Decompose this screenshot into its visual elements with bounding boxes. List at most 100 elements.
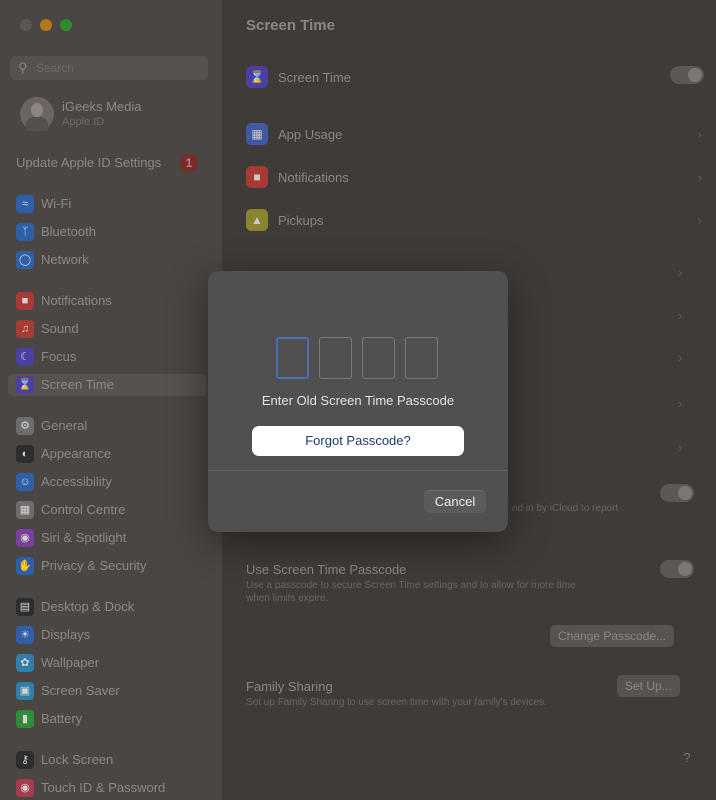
control-centre-icon: ▦ bbox=[16, 501, 34, 519]
apple-id-profile[interactable]: iGeeks Media Apple ID bbox=[14, 95, 214, 135]
dock-icon: ▤ bbox=[16, 598, 34, 616]
fingerprint-icon: ◉ bbox=[16, 779, 34, 797]
bluetooth-icon: ᛉ bbox=[16, 223, 34, 241]
chevron-right-icon: › bbox=[678, 308, 683, 323]
sidebar-item-label: Wi-Fi bbox=[41, 196, 72, 211]
passcode-toggle[interactable] bbox=[660, 560, 694, 578]
chevron-right-icon: › bbox=[678, 396, 683, 411]
chevron-right-icon: › bbox=[678, 265, 683, 280]
avatar bbox=[20, 97, 54, 131]
profile-name: iGeeks Media bbox=[62, 99, 142, 114]
sidebar-item-label: Siri & Spotlight bbox=[41, 530, 127, 545]
sidebar-item-label: Network bbox=[41, 252, 89, 267]
sidebar-item-label: Control Centre bbox=[41, 502, 126, 517]
bell-icon: ■ bbox=[246, 166, 268, 188]
hourglass-icon: ⌛ bbox=[16, 376, 34, 394]
sidebar-item-bluetooth[interactable]: ᛉ Bluetooth bbox=[14, 221, 214, 243]
screensaver-icon: ▣ bbox=[16, 682, 34, 700]
app-usage-icon: ▦ bbox=[246, 123, 268, 145]
sidebar-item-screen-saver[interactable]: ▣ Screen Saver bbox=[14, 680, 214, 702]
zoom-window-button[interactable] bbox=[60, 19, 72, 31]
chevron-right-icon: › bbox=[697, 213, 702, 228]
moon-icon: ☾ bbox=[16, 348, 34, 366]
row-label: Pickups bbox=[278, 213, 324, 228]
sidebar-item-label: Touch ID & Password bbox=[41, 780, 166, 795]
sidebar-item-focus[interactable]: ☾ Focus bbox=[14, 346, 214, 368]
globe-icon: ◯ bbox=[16, 251, 34, 269]
battery-icon: ▮ bbox=[16, 710, 34, 728]
sidebar-item-label: Wallpaper bbox=[41, 655, 100, 670]
profile-subtitle: Apple ID bbox=[62, 116, 105, 128]
row-label: App Usage bbox=[278, 127, 343, 142]
change-passcode-button[interactable]: Change Passcode... bbox=[550, 625, 675, 647]
sidebar-item-displays[interactable]: ☀ Displays bbox=[14, 624, 214, 646]
passcode-digit-1[interactable] bbox=[276, 337, 309, 379]
row-label: Screen Time bbox=[278, 70, 351, 85]
sidebar-item-screen-time[interactable]: ⌛ Screen Time bbox=[8, 374, 206, 396]
sidebar-item-wifi[interactable]: ≈ Wi-Fi bbox=[14, 193, 214, 215]
app-usage-row[interactable]: ▦ App Usage › bbox=[244, 121, 704, 147]
sidebar-item-label: Desktop & Dock bbox=[41, 599, 135, 614]
passcode-dialog: Enter Old Screen Time Passcode Forgot Pa… bbox=[208, 271, 508, 532]
sidebar-item-label: Accessibility bbox=[41, 474, 112, 489]
sidebar: ⚲ Search iGeeks Media Apple ID Update Ap… bbox=[0, 0, 222, 800]
sidebar-item-control-centre[interactable]: ▦ Control Centre bbox=[14, 499, 214, 521]
sidebar-item-touch-id[interactable]: ◉ Touch ID & Password bbox=[14, 777, 214, 799]
appearance-icon: ◐ bbox=[16, 445, 34, 463]
close-window-button[interactable] bbox=[20, 19, 32, 31]
search-placeholder: Search bbox=[36, 61, 75, 75]
lock-icon: ⚷ bbox=[16, 751, 34, 769]
passcode-digit-3[interactable] bbox=[362, 337, 395, 379]
screen-time-toggle[interactable] bbox=[670, 66, 704, 84]
passcode-digit-2[interactable] bbox=[319, 337, 352, 379]
forgot-passcode-button[interactable]: Forgot Passcode? bbox=[252, 426, 464, 456]
sidebar-item-wallpaper[interactable]: ✿ Wallpaper bbox=[14, 652, 214, 674]
sidebar-item-sound[interactable]: ♫ Sound bbox=[14, 318, 214, 340]
gear-icon: ⚙ bbox=[16, 417, 34, 435]
sidebar-item-siri-spotlight[interactable]: ◉ Siri & Spotlight bbox=[14, 527, 214, 549]
sidebar-item-lock-screen[interactable]: ⚷ Lock Screen bbox=[14, 749, 214, 771]
set-up-button[interactable]: Set Up... bbox=[617, 675, 680, 697]
passcode-subtitle-2: when limits expire. bbox=[246, 593, 329, 604]
passcode-digit-4[interactable] bbox=[405, 337, 438, 379]
search-input[interactable]: ⚲ Search bbox=[10, 56, 208, 80]
family-sharing-subtitle: Set up Family Sharing to use screen time… bbox=[246, 697, 547, 708]
update-badge: 1 bbox=[180, 154, 198, 172]
row-label: Notifications bbox=[278, 170, 349, 185]
sidebar-item-label: Screen Saver bbox=[41, 683, 120, 698]
sidebar-item-label: Displays bbox=[41, 627, 91, 642]
share-across-devices-subtitle: nd in by iCloud to report bbox=[512, 503, 619, 514]
passcode-prompt: Enter Old Screen Time Passcode bbox=[261, 393, 455, 408]
cancel-button[interactable]: Cancel bbox=[424, 490, 486, 513]
sidebar-item-label: Bluetooth bbox=[41, 224, 96, 239]
sidebar-item-general[interactable]: ⚙ General bbox=[14, 415, 214, 437]
pickups-row[interactable]: ▲ Pickups › bbox=[244, 207, 704, 233]
sidebar-item-appearance[interactable]: ◐ Appearance bbox=[14, 443, 214, 465]
hourglass-icon: ⌛ bbox=[246, 66, 268, 88]
sidebar-item-accessibility[interactable]: ☺ Accessibility bbox=[14, 471, 214, 493]
bell-icon: ■ bbox=[16, 292, 34, 310]
sidebar-item-label: General bbox=[41, 418, 88, 433]
notifications-row[interactable]: ■ Notifications › bbox=[244, 164, 704, 190]
chevron-right-icon: › bbox=[678, 440, 683, 455]
divider bbox=[208, 470, 508, 471]
sidebar-item-notifications[interactable]: ■ Notifications bbox=[14, 290, 214, 312]
passcode-subtitle-1: Use a passcode to secure Screen Time set… bbox=[246, 580, 576, 591]
sidebar-item-battery[interactable]: ▮ Battery bbox=[14, 708, 214, 730]
update-apple-id-link[interactable]: Update Apple ID Settings bbox=[16, 155, 161, 170]
speaker-icon: ♫ bbox=[16, 320, 34, 338]
page-title: Screen Time bbox=[246, 17, 335, 34]
wallpaper-icon: ✿ bbox=[16, 654, 34, 672]
help-button[interactable]: ? bbox=[677, 748, 697, 768]
settings-window: ⚲ Search iGeeks Media Apple ID Update Ap… bbox=[0, 0, 716, 800]
sidebar-item-label: Screen Time bbox=[41, 377, 114, 392]
sidebar-item-label: Lock Screen bbox=[41, 752, 114, 767]
sidebar-item-desktop-dock[interactable]: ▤ Desktop & Dock bbox=[14, 596, 214, 618]
sidebar-item-label: Sound bbox=[41, 321, 79, 336]
sidebar-item-network[interactable]: ◯ Network bbox=[14, 249, 214, 271]
sidebar-item-label: Notifications bbox=[41, 293, 112, 308]
minimize-window-button[interactable] bbox=[40, 19, 52, 31]
chevron-right-icon: › bbox=[678, 350, 683, 365]
share-across-devices-toggle[interactable] bbox=[660, 484, 694, 502]
sidebar-item-privacy-security[interactable]: ✋ Privacy & Security bbox=[14, 555, 214, 577]
